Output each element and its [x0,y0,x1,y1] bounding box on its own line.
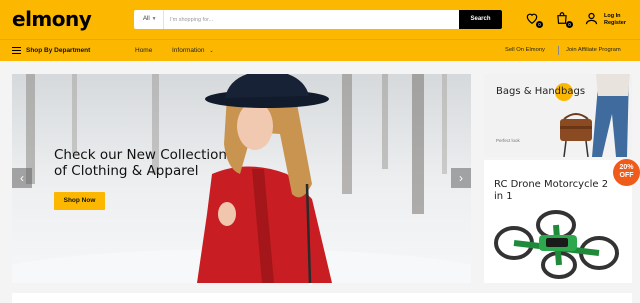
promo-card-bags[interactable]: Bags & Handbags Perfect look [484,74,632,157]
chevron-right-icon: › [459,171,463,185]
promo-title-bags: Bags & Handbags [496,86,586,97]
search-input[interactable] [170,10,460,29]
search-button[interactable]: Search [459,10,502,29]
discount-percent: 20% [619,164,634,171]
user-icon [585,12,598,25]
hero-headline-line-2: of Clothing & Apparel [54,163,199,179]
sell-link[interactable]: Sell On Elmony [505,47,545,53]
login-link[interactable]: Log In [604,13,621,19]
slider-prev-button[interactable]: ‹ [12,168,32,188]
cart-count-badge: 0 [566,21,573,28]
account-menu[interactable]: Log In Register [584,10,634,30]
main-navigation: Shop By Department Home Information ⌄ Se… [0,39,640,61]
hero-headline: Check our New Collection of Clothing & A… [54,147,227,179]
top-header: elmony All▼ Search 0 0 Log In Register [0,0,640,39]
shop-by-department-menu[interactable]: Shop By Department [12,40,90,61]
search-bar: All▼ Search [134,10,502,29]
chevron-left-icon: ‹ [20,171,24,185]
department-label: Shop By Department [26,47,91,54]
divider [558,46,559,55]
nav-home[interactable]: Home [135,47,152,54]
content-strip [12,293,632,303]
promo-subtitle-bags: Perfect look [496,138,520,143]
hero-slider: Check our New Collection of Clothing & A… [12,74,471,283]
drone-product-image [494,210,619,279]
wishlist-count-badge: 0 [536,21,543,28]
register-link[interactable]: Register [604,20,626,26]
discount-off-label: OFF [619,172,634,179]
wishlist-button[interactable]: 0 [525,11,543,28]
category-select[interactable]: All ▼ [134,10,164,29]
promo-card-rc-drone[interactable]: RC Drone Motorcycle 2 in 1 [484,160,632,283]
shop-now-button[interactable]: Shop Now [54,192,105,210]
category-select-value: All [143,16,150,22]
affiliate-link[interactable]: Join Affiliate Program [566,47,621,53]
chevron-down-icon: ▼ [151,16,157,22]
cart-button[interactable]: 0 [555,11,573,28]
site-logo[interactable]: elmony [12,7,92,31]
promo-title-rc-drone: RC Drone Motorcycle 2 in 1 [494,179,609,202]
slider-next-button[interactable]: › [451,168,471,188]
nav-information-label: Information [172,47,205,54]
nav-information[interactable]: Information ⌄ [172,47,214,54]
hero-headline-line-1: Check our New Collection [54,147,227,163]
chevron-down-icon: ⌄ [209,48,214,54]
discount-badge: 20% OFF [613,159,640,186]
menu-icon [12,47,21,54]
